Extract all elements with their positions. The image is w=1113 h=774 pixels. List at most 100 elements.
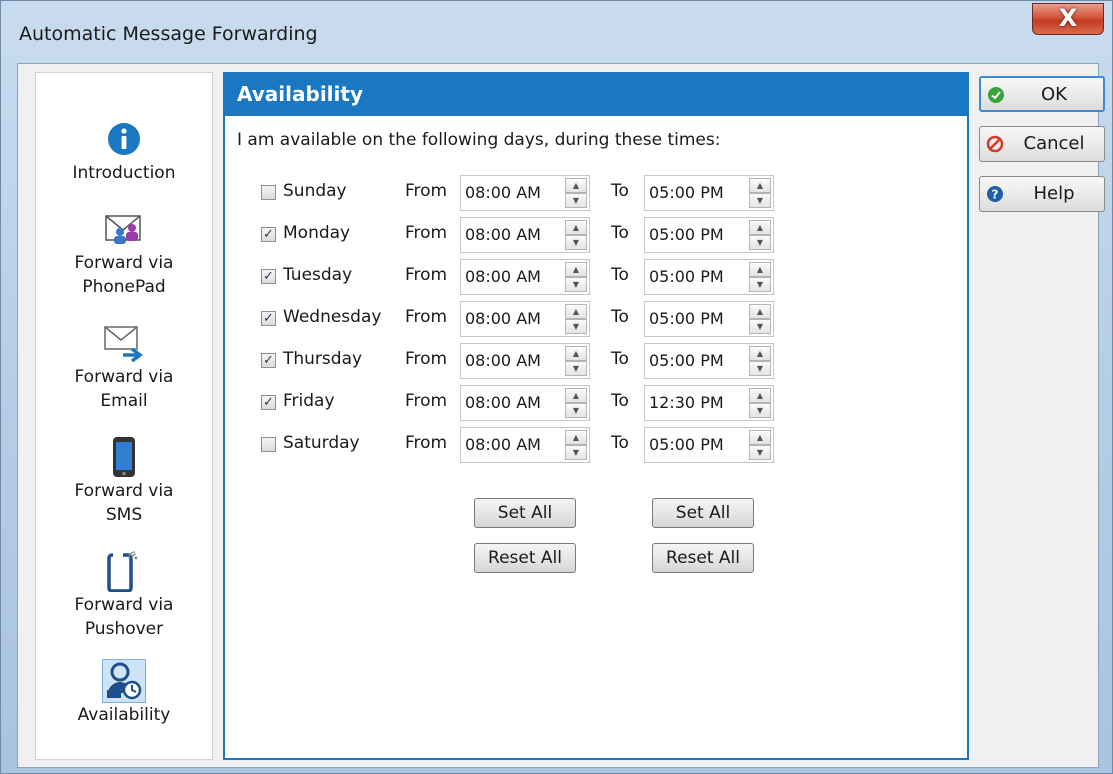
sidebar-item-label: SMS [105,505,143,525]
sidebar-item-pushover[interactable]: Forward via Pushover [36,549,212,641]
sidebar-item-introduction[interactable]: Introduction [36,117,212,185]
to-time-value: 05:00 PM [649,309,724,328]
email-forward-icon [102,321,146,365]
spin-down-button[interactable]: ▼ [749,235,771,250]
to-label: To [611,349,629,369]
to-time-field[interactable]: 05:00 PM ▲ ▼ [644,301,774,337]
spin-down-button[interactable]: ▼ [565,445,587,460]
spin-up-button[interactable]: ▲ [565,262,587,277]
spin-up-button[interactable]: ▲ [565,178,587,193]
spin-up-button[interactable]: ▲ [749,220,771,235]
spin-up-button[interactable]: ▲ [749,178,771,193]
day-checkbox[interactable]: ✓ [261,269,276,284]
spin-up-button[interactable]: ▲ [565,220,587,235]
from-time-field[interactable]: 08:00 AM ▲ ▼ [460,301,590,337]
day-checkbox[interactable] [261,185,276,200]
spin-down-button[interactable]: ▼ [749,277,771,292]
sidebar-item-availability[interactable]: Availability [36,659,212,727]
spin-down-button[interactable]: ▼ [565,277,587,292]
time-spinner: ▲ ▼ [749,262,771,292]
from-time-field[interactable]: 08:00 AM ▲ ▼ [460,175,590,211]
from-time-field[interactable]: 08:00 AM ▲ ▼ [460,343,590,379]
sidebar-item-label: Email [100,391,148,411]
time-spinner: ▲ ▼ [565,220,587,250]
spin-down-button[interactable]: ▼ [749,403,771,418]
to-time-field[interactable]: 05:00 PM ▲ ▼ [644,343,774,379]
time-spinner: ▲ ▼ [565,388,587,418]
spin-up-button[interactable]: ▲ [749,430,771,445]
day-checkbox[interactable] [261,437,276,452]
day-label: Wednesday [283,307,382,327]
dialog-window: Automatic Message Forwarding X Introduct… [0,0,1113,774]
spin-down-button[interactable]: ▼ [565,193,587,208]
from-set-all-button[interactable]: Set All [474,498,576,528]
sidebar-item-label: PhonePad [82,277,166,297]
to-time-field[interactable]: 05:00 PM ▲ ▼ [644,259,774,295]
day-row-sunday: Sunday From 08:00 AM ▲ ▼ To 05:00 PM ▲ ▼ [225,174,967,212]
to-time-field[interactable]: 05:00 PM ▲ ▼ [644,175,774,211]
from-time-value: 08:00 AM [465,183,541,202]
from-label: From [405,433,448,453]
cancel-button[interactable]: Cancel [979,126,1105,162]
spin-up-button[interactable]: ▲ [565,346,587,361]
spin-up-button[interactable]: ▲ [749,346,771,361]
to-set-all-button[interactable]: Set All [652,498,754,528]
sidebar-item-label: Introduction [72,163,176,183]
spin-down-button[interactable]: ▼ [565,403,587,418]
help-icon: ? [986,185,1004,203]
spin-up-button[interactable]: ▲ [749,262,771,277]
to-time-value: 05:00 PM [649,225,724,244]
to-reset-all-button[interactable]: Reset All [652,543,754,573]
day-row-friday: ✓ Friday From 08:00 AM ▲ ▼ To 12:30 PM ▲… [225,384,967,422]
day-row-monday: ✓ Monday From 08:00 AM ▲ ▼ To 05:00 PM ▲… [225,216,967,254]
sidebar-item-label: Forward via [74,481,174,501]
time-spinner: ▲ ▼ [749,430,771,460]
day-row-wednesday: ✓ Wednesday From 08:00 AM ▲ ▼ To 05:00 P… [225,300,967,338]
from-time-field[interactable]: 08:00 AM ▲ ▼ [460,217,590,253]
day-checkbox[interactable]: ✓ [261,353,276,368]
time-spinner: ▲ ▼ [749,178,771,208]
sidebar-item-phonepad[interactable]: Forward via PhonePad [36,207,212,299]
spin-up-button[interactable]: ▲ [565,430,587,445]
to-time-value: 05:00 PM [649,183,724,202]
ok-button[interactable]: OK [979,76,1105,112]
from-time-field[interactable]: 08:00 AM ▲ ▼ [460,385,590,421]
time-spinner: ▲ ▼ [749,304,771,334]
time-spinner: ▲ ▼ [565,262,587,292]
spin-up-button[interactable]: ▲ [565,304,587,319]
spin-down-button[interactable]: ▼ [565,319,587,334]
from-time-value: 08:00 AM [465,225,541,244]
from-time-value: 08:00 AM [465,435,541,454]
from-time-field[interactable]: 08:00 AM ▲ ▼ [460,427,590,463]
day-checkbox[interactable]: ✓ [261,311,276,326]
help-button[interactable]: ? Help [979,176,1105,212]
to-time-field[interactable]: 05:00 PM ▲ ▼ [644,427,774,463]
spin-up-button[interactable]: ▲ [749,304,771,319]
title-bar[interactable]: Automatic Message Forwarding X [1,1,1112,63]
spin-down-button[interactable]: ▼ [749,361,771,376]
day-row-tuesday: ✓ Tuesday From 08:00 AM ▲ ▼ To 05:00 PM … [225,258,967,296]
day-checkbox[interactable]: ✓ [261,395,276,410]
cancel-icon [986,135,1004,153]
from-reset-all-button[interactable]: Reset All [474,543,576,573]
time-spinner: ▲ ▼ [749,346,771,376]
day-checkbox[interactable]: ✓ [261,227,276,242]
intro-text: I am available on the following days, du… [237,130,721,150]
sidebar-nav: Introduction Forward via PhonePad Forwar… [35,72,213,760]
from-time-value: 08:00 AM [465,267,541,286]
to-time-field[interactable]: 12:30 PM ▲ ▼ [644,385,774,421]
spin-up-button[interactable]: ▲ [749,388,771,403]
to-time-field[interactable]: 05:00 PM ▲ ▼ [644,217,774,253]
spin-down-button[interactable]: ▼ [565,235,587,250]
sidebar-item-sms[interactable]: Forward via SMS [36,435,212,527]
to-time-value: 05:00 PM [649,435,724,454]
spin-up-button[interactable]: ▲ [565,388,587,403]
from-time-field[interactable]: 08:00 AM ▲ ▼ [460,259,590,295]
spin-down-button[interactable]: ▼ [749,445,771,460]
spin-down-button[interactable]: ▼ [749,193,771,208]
spin-down-button[interactable]: ▼ [565,361,587,376]
sidebar-item-email[interactable]: Forward via Email [36,321,212,413]
spin-down-button[interactable]: ▼ [749,319,771,334]
svg-text:?: ? [992,188,999,202]
close-button[interactable]: X [1032,3,1104,35]
